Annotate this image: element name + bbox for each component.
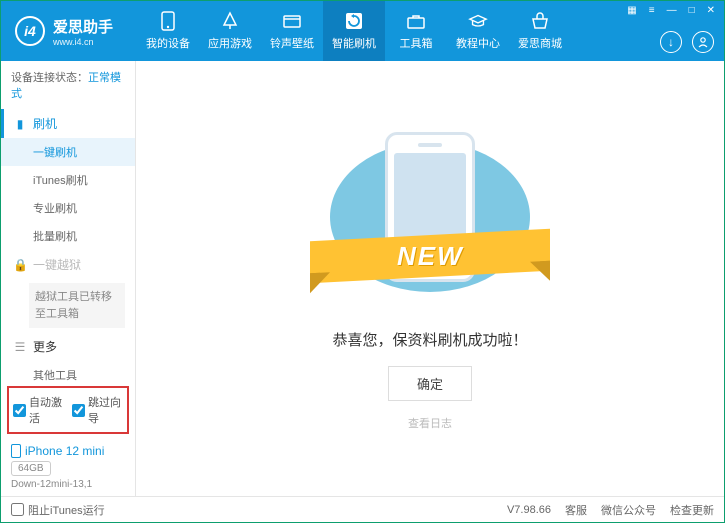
title-bar: i4 爱思助手 www.i4.cn 我的设备 应用游戏 铃声壁纸 智能刷机 — [1, 1, 724, 61]
refresh-icon — [344, 11, 364, 31]
lock-icon: 🔒 — [13, 258, 27, 272]
device-info: iPhone 12 mini 64GB Down-12mini-13,1 — [1, 438, 135, 496]
auto-activate-checkbox[interactable]: 自动激活 — [13, 394, 64, 426]
app-url: www.i4.cn — [53, 37, 113, 47]
nav-smart-flash[interactable]: 智能刷机 — [323, 1, 385, 61]
new-ribbon: NEW — [397, 240, 464, 271]
nav-toolbox[interactable]: 工具箱 — [385, 1, 447, 61]
options-highlight: 自动激活 跳过向导 — [7, 386, 129, 434]
view-log-link[interactable]: 查看日志 — [408, 415, 452, 431]
sidebar-section-more[interactable]: ☰ 更多 — [1, 332, 135, 361]
device-capacity: 64GB — [11, 461, 51, 476]
phone-icon: ▮ — [13, 117, 27, 131]
sidebar-item-itunes-flash[interactable]: iTunes刷机 — [1, 166, 135, 194]
more-icon: ☰ — [13, 340, 27, 354]
device-phone-icon — [11, 444, 21, 458]
window-controls: ▦ ≡ — □ ✕ — [624, 5, 718, 16]
status-bar: 阻止iTunes运行 V7.98.66 客服 微信公众号 检查更新 — [1, 496, 724, 522]
sidebar-section-jailbreak[interactable]: 🔒 一键越狱 — [1, 250, 135, 279]
folder-icon — [282, 11, 302, 31]
lock-icon[interactable]: ≡ — [646, 5, 658, 16]
main-nav: 我的设备 应用游戏 铃声壁纸 智能刷机 工具箱 教程中心 — [137, 1, 571, 61]
store-icon — [530, 11, 550, 31]
customer-service-link[interactable]: 客服 — [565, 502, 587, 518]
nav-tutorial[interactable]: 教程中心 — [447, 1, 509, 61]
close-icon[interactable]: ✕ — [704, 5, 718, 16]
skip-guide-checkbox[interactable]: 跳过向导 — [72, 394, 123, 426]
sidebar-item-pro-flash[interactable]: 专业刷机 — [1, 194, 135, 222]
device-icon — [158, 11, 178, 31]
block-itunes-checkbox[interactable]: 阻止iTunes运行 — [11, 502, 105, 518]
sidebar: 设备连接状态：正常模式 ▮ 刷机 一键刷机 iTunes刷机 专业刷机 批量刷机… — [1, 61, 136, 496]
logo: i4 爱思助手 www.i4.cn — [1, 16, 127, 47]
sidebar-section-flash[interactable]: ▮ 刷机 — [1, 109, 135, 138]
sidebar-item-oneclick-flash[interactable]: 一键刷机 — [1, 138, 135, 166]
main-content: NEW 恭喜您，保资料刷机成功啦！ 确定 查看日志 — [136, 61, 724, 496]
apps-icon — [220, 11, 240, 31]
ok-button[interactable]: 确定 — [388, 366, 472, 401]
graduation-icon — [468, 11, 488, 31]
sidebar-item-batch-flash[interactable]: 批量刷机 — [1, 222, 135, 250]
download-button[interactable]: ↓ — [660, 31, 682, 53]
connection-status: 设备连接状态：正常模式 — [1, 61, 135, 109]
device-model: Down-12mini-13,1 — [11, 479, 125, 490]
wechat-link[interactable]: 微信公众号 — [601, 502, 656, 518]
app-title: 爱思助手 — [53, 16, 113, 37]
sidebar-item-other-tools[interactable]: 其他工具 — [1, 361, 135, 382]
logo-icon: i4 — [15, 16, 45, 46]
nav-apps-games[interactable]: 应用游戏 — [199, 1, 261, 61]
success-message: 恭喜您，保资料刷机成功啦！ — [332, 329, 527, 350]
nav-store[interactable]: 爱思商城 — [509, 1, 571, 61]
minimize-icon[interactable]: — — [664, 5, 680, 16]
nav-my-device[interactable]: 我的设备 — [137, 1, 199, 61]
user-button[interactable] — [692, 31, 714, 53]
jailbreak-notice: 越狱工具已转移至工具箱 — [29, 283, 125, 328]
menu-icon[interactable]: ▦ — [624, 5, 639, 16]
check-update-link[interactable]: 检查更新 — [670, 502, 714, 518]
success-illustration: NEW — [320, 127, 540, 307]
nav-ringtone-wallpaper[interactable]: 铃声壁纸 — [261, 1, 323, 61]
device-name[interactable]: iPhone 12 mini — [11, 444, 125, 458]
maximize-icon[interactable]: □ — [686, 5, 698, 16]
version-label: V7.98.66 — [507, 504, 551, 516]
toolbox-icon — [406, 11, 426, 31]
